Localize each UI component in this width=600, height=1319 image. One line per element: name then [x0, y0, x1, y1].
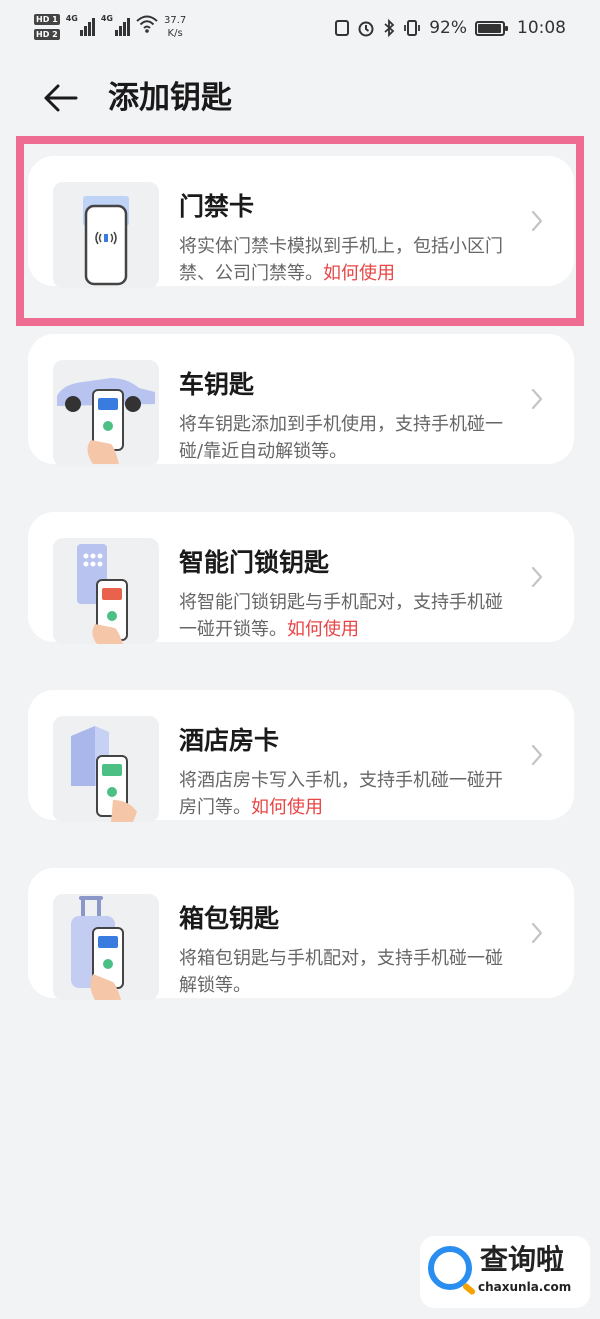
back-arrow-icon[interactable]	[40, 78, 80, 118]
battery-percent: 92%	[429, 18, 467, 38]
status-bar: HD 1 HD 2 4G 4G 37.7 K/s 92% 10:08	[0, 0, 600, 62]
card-description: 将车钥匙添加到手机使用，支持手机碰一碰/靠近自动解锁等。	[179, 414, 503, 462]
chevron-right-icon	[530, 868, 544, 998]
card-title: 酒店房卡	[179, 726, 280, 755]
card-description: 将智能门锁钥匙与手机配对，支持手机碰一碰开锁等。如何使用	[179, 592, 503, 640]
highlight-frame	[16, 136, 584, 326]
watermark-logo-icon	[428, 1246, 472, 1290]
watermark-url: chaxunla.com	[478, 1280, 572, 1294]
chevron-right-icon	[530, 334, 544, 464]
bluetooth-icon	[384, 19, 395, 37]
card-smart-lock-key[interactable]: 智能门锁钥匙 将智能门锁钥匙与手机配对，支持手机碰一碰开锁等。如何使用	[28, 512, 574, 644]
wifi-icon	[136, 15, 158, 33]
how-to-use-link[interactable]: 如何使用	[251, 797, 323, 818]
hd-icons: HD 1 HD 2	[34, 14, 60, 40]
alarm-icon	[358, 21, 374, 37]
card-title: 箱包钥匙	[179, 904, 280, 933]
status-right: 92% 10:08	[335, 18, 566, 38]
chevron-right-icon	[530, 690, 544, 820]
signal-icon: 4G	[66, 14, 95, 36]
status-left: HD 1 HD 2 4G 4G 37.7 K/s	[34, 14, 186, 40]
card-car-key[interactable]: 车钥匙 将车钥匙添加到手机使用，支持手机碰一碰/靠近自动解锁等。	[28, 334, 574, 466]
card-luggage-key[interactable]: 箱包钥匙 将箱包钥匙与手机配对，支持手机碰一碰解锁等。	[28, 868, 574, 1000]
watermark-title: 查询啦	[480, 1243, 565, 1276]
watermark: 查询啦 chaxunla.com	[420, 1236, 590, 1308]
luggage-illustration	[53, 894, 159, 1000]
smart-lock-illustration	[53, 538, 159, 644]
battery-icon	[475, 20, 508, 36]
clock: 10:08	[517, 18, 566, 38]
network-speed: 37.7 K/s	[163, 15, 187, 39]
vibrate-icon	[404, 20, 421, 36]
nfc-icon	[335, 20, 350, 36]
card-hotel-room-card[interactable]: 酒店房卡 将酒店房卡写入手机，支持手机碰一碰开房门等。如何使用	[28, 690, 574, 822]
hotel-illustration	[53, 716, 159, 822]
card-description: 将箱包钥匙与手机配对，支持手机碰一碰解锁等。	[179, 948, 503, 996]
chevron-right-icon	[530, 512, 544, 642]
card-title: 智能门锁钥匙	[179, 548, 330, 577]
signal-icon-2: 4G	[101, 14, 130, 36]
card-description: 将酒店房卡写入手机，支持手机碰一碰开房门等。如何使用	[179, 770, 503, 818]
card-title: 车钥匙	[179, 370, 255, 399]
car-key-illustration	[53, 360, 159, 466]
how-to-use-link[interactable]: 如何使用	[287, 619, 359, 640]
page-title: 添加钥匙	[108, 80, 232, 116]
